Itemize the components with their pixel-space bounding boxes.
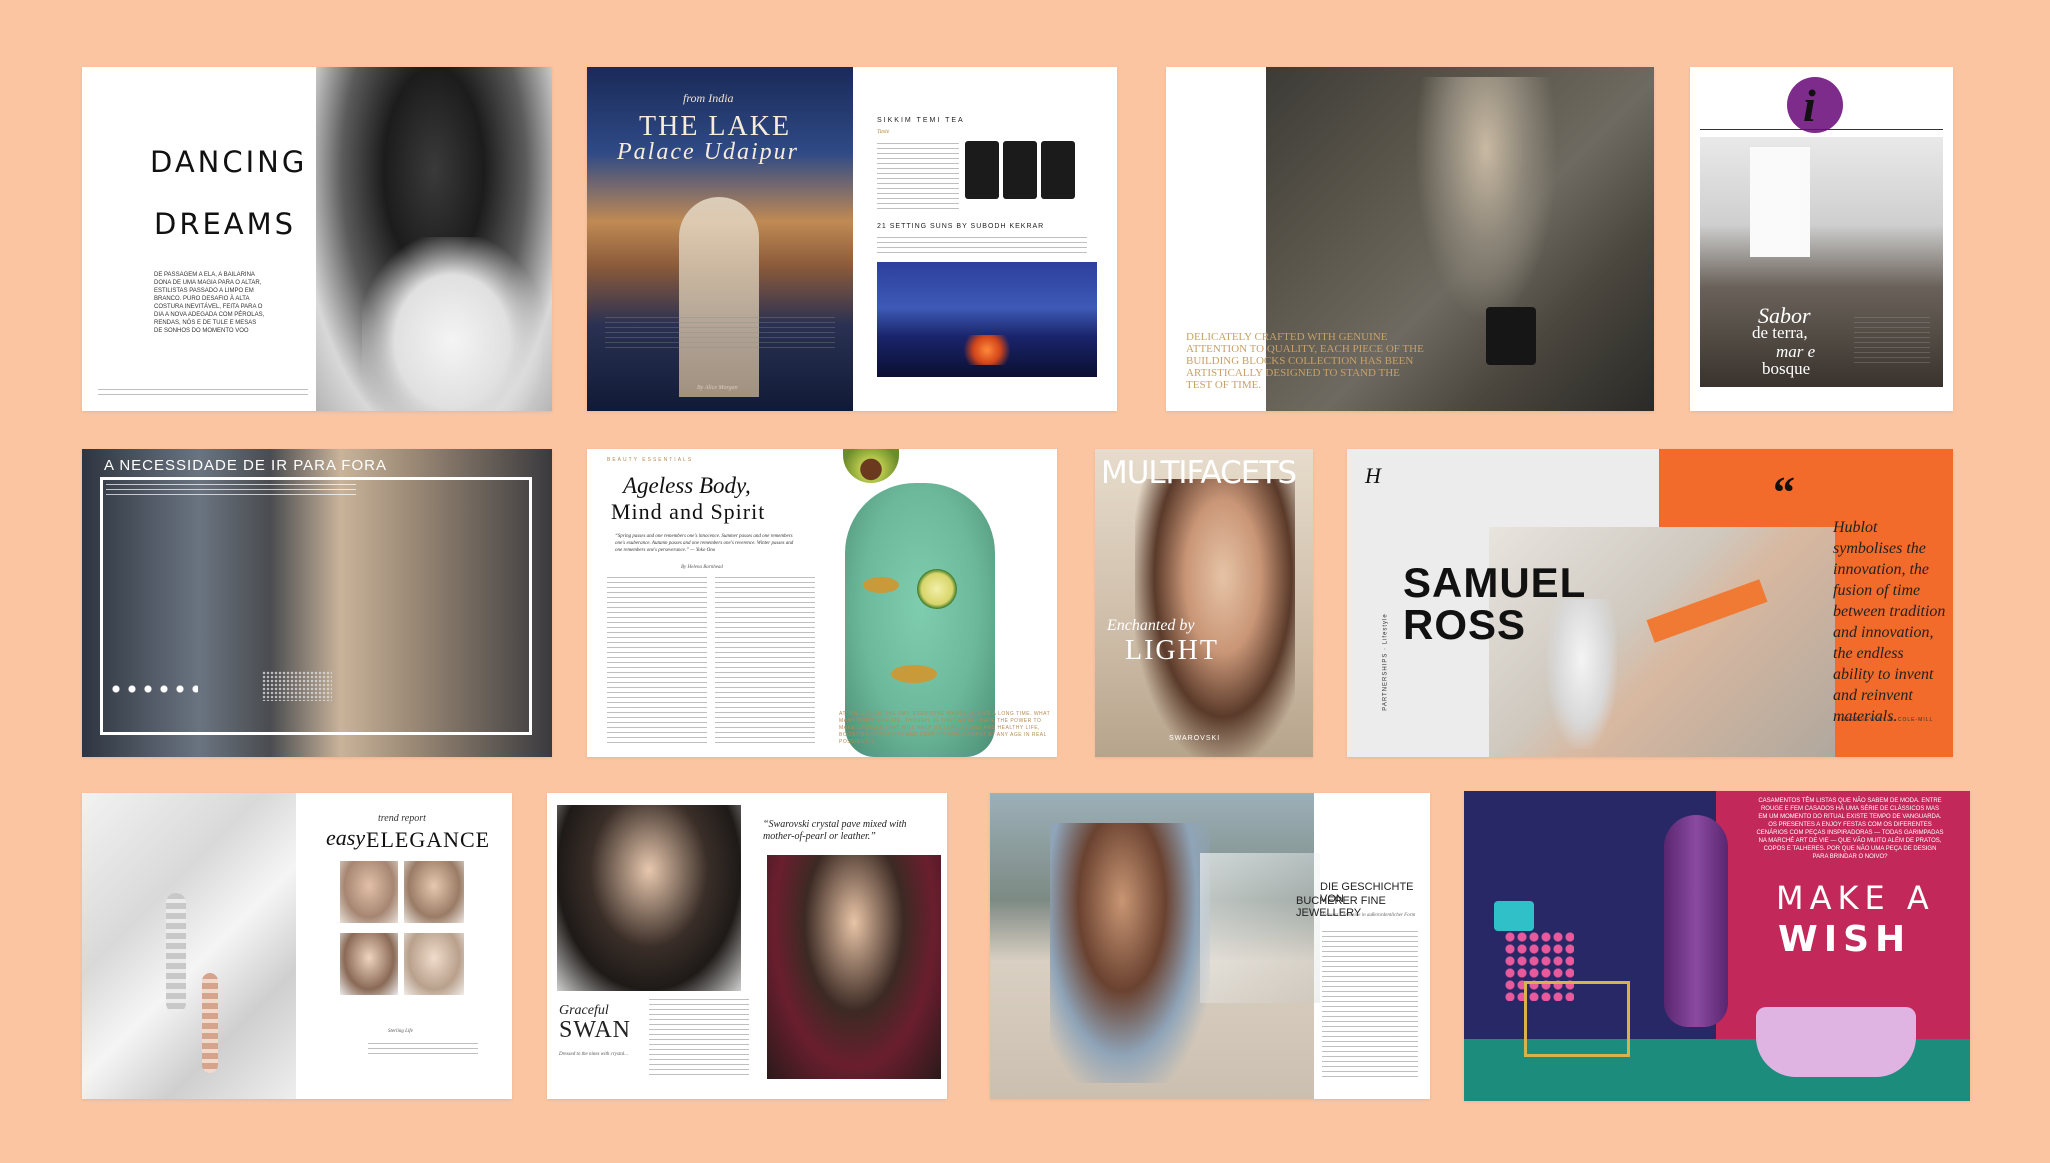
model-thumb-1 — [340, 861, 398, 923]
name-line-2: ROSS — [1403, 601, 1527, 648]
sub-line-2: LIGHT — [1125, 635, 1219, 666]
title-line-2: ELEGANCE — [366, 827, 491, 852]
marble-jewellery-photo — [82, 793, 296, 1099]
spread-lake-palace[interactable]: from India THE LAKE Palace Udaipur By Al… — [587, 67, 1117, 411]
side-copy — [1854, 317, 1930, 367]
intro-lines — [106, 479, 356, 499]
model-figure — [1416, 77, 1556, 317]
brand: SWAROVSKI — [1169, 735, 1221, 742]
tea-tin-1 — [965, 141, 999, 199]
spread-multifacets[interactable]: MULTIFACETS Enchanted by LIGHT SWAROVSKI — [1095, 449, 1313, 757]
title-line-1: easy — [326, 825, 366, 850]
infographic-dots — [108, 681, 198, 701]
tea-title: SIKKIM TEMI TEA — [877, 117, 965, 124]
caption-lines — [368, 1043, 478, 1057]
rule — [1700, 129, 1943, 130]
earring-long — [166, 893, 186, 1013]
intro-text: CASAMENTOS TÊM LISTAS QUE NÃO SABEM DE M… — [1756, 798, 1944, 860]
setting-copy — [877, 237, 1087, 253]
spread-make-a-wish[interactable]: CASAMENTOS TÊM LISTAS QUE NÃO SABEM DE M… — [1464, 791, 1970, 1101]
kicker: BEAUTY ESSENTIALS — [607, 457, 694, 463]
title-line-2: WISH — [1778, 919, 1912, 960]
article-column — [1322, 931, 1418, 1081]
kicker: trend report — [378, 813, 426, 824]
spread-easy-elegance[interactable]: trend report easy ELEGANCE Sterling Life — [82, 793, 512, 1099]
hublot-logo: H — [1365, 463, 1381, 488]
dek: Messerer Edelsteine in außerordentlicher… — [1320, 913, 1416, 918]
quote: “Spring passes and one remembers one's i… — [615, 534, 794, 553]
window-light — [1750, 147, 1810, 257]
spread-building-blocks[interactable]: DELICATELY CRAFTED WITH GENUINE ATTENTIO… — [1166, 67, 1654, 411]
spread-samuel-ross[interactable]: H SAMUEL ROSS PARTNERSHIPS · Lifestyle “… — [1347, 449, 1953, 757]
portrait-red-dress — [767, 855, 941, 1079]
title-line-2: de terra, — [1752, 323, 1808, 342]
earring-rose — [202, 973, 218, 1073]
tea-tin-3 — [1041, 141, 1075, 199]
spread-dancing-dreams[interactable]: DANCING DREAMS DE PASSAGEM A ELA, A BAIL… — [82, 67, 552, 411]
credit: INTERVIEW BY A. COLE-MILL — [1839, 717, 1934, 723]
title-line-1: Ageless Body, — [623, 473, 751, 498]
model-thumb-2 — [404, 861, 464, 923]
tulle-dress-shape — [362, 237, 542, 411]
lantern-glow — [957, 335, 1017, 365]
title-line-4: bosque — [1762, 359, 1811, 378]
tea-sub: Taste — [877, 129, 890, 135]
clawfoot-tub — [1756, 1007, 1916, 1077]
tea-copy — [877, 143, 959, 211]
woman-sunglasses — [1050, 823, 1210, 1083]
name-line-1: SAMUEL — [1403, 559, 1587, 606]
title: MULTIFACETS — [1101, 455, 1297, 491]
title-line-2: Palace Udaipur — [617, 139, 799, 165]
quote-mark: “ — [1773, 468, 1795, 517]
model-thumb-3 — [340, 933, 398, 995]
quote: Hublot symbolises the innovation, the fu… — [1833, 519, 1946, 725]
intro-lines — [605, 317, 835, 351]
figure-in-white — [1547, 599, 1617, 749]
spread-ageless-body[interactable]: BEAUTY ESSENTIALS Ageless Body, Mind and… — [587, 449, 1057, 757]
pull-quote: AT THE END OF THE DAY, EVERYONE WANTS TO… — [839, 711, 1051, 745]
spread-sabor[interactable]: i Sabor de terra, mar e bosque — [1690, 67, 1953, 411]
column-1 — [607, 577, 707, 745]
title-line-2: SWAN — [559, 1017, 632, 1043]
spread-backstage[interactable]: A NECESSIDADE DE IR PARA FORA — [82, 449, 552, 757]
turquoise-lamp — [1494, 901, 1534, 931]
column-2 — [715, 577, 815, 745]
credit: By Alice Morgan — [697, 385, 738, 391]
spread-graceful-swan[interactable]: “Swarovski crystal pave mixed with mothe… — [547, 793, 947, 1099]
dek: Dressed to the nines with crystal... — [559, 1052, 628, 1057]
setting-title: 21 SETTING SUNS BY SUBODH KEKRAR — [877, 223, 1045, 230]
title-line-2: Mind and Spirit — [611, 499, 766, 524]
article-column — [649, 999, 749, 1079]
title-line-1: MAKE A — [1776, 879, 1935, 917]
quote: “Swarovski crystal pave mixed with mothe… — [763, 819, 907, 842]
gold-lips — [891, 665, 937, 683]
portrait-silver-dress — [557, 805, 741, 991]
purple-surfboard — [1664, 815, 1728, 1027]
cucumber-slice — [917, 569, 957, 609]
bar-cart — [1524, 981, 1630, 1057]
car-windshield — [1200, 853, 1320, 1003]
spread-bucherer[interactable]: DIE GESCHICHTE VON BUCHERER FINE JEWELLE… — [990, 793, 1430, 1099]
side-label: PARTNERSHIPS · Lifestyle — [1382, 613, 1389, 711]
palace-dome — [679, 197, 759, 397]
logo-letter: i — [1803, 80, 1816, 131]
title-line-1: DANCING — [150, 145, 308, 179]
sub-line-1: Enchanted by — [1107, 617, 1195, 634]
byline: By Helena Barnhead — [681, 565, 723, 570]
credits-lines — [98, 389, 308, 398]
gold-eye — [863, 577, 899, 593]
handbag — [1486, 307, 1536, 365]
tea-tin-2 — [1003, 141, 1037, 199]
model-thumb-4 — [404, 933, 464, 995]
title: A NECESSIDADE DE IR PARA FORA — [104, 457, 387, 474]
kicker: from India — [683, 91, 734, 105]
title-line-2: DREAMS — [154, 207, 297, 241]
caption: Sterling Life — [388, 1029, 413, 1034]
world-map — [262, 671, 332, 701]
intro-text: DE PASSAGEM A ELA, A BAILARINA DONA DE U… — [154, 272, 265, 334]
caption: DELICATELY CRAFTED WITH GENUINE ATTENTIO… — [1186, 331, 1424, 391]
